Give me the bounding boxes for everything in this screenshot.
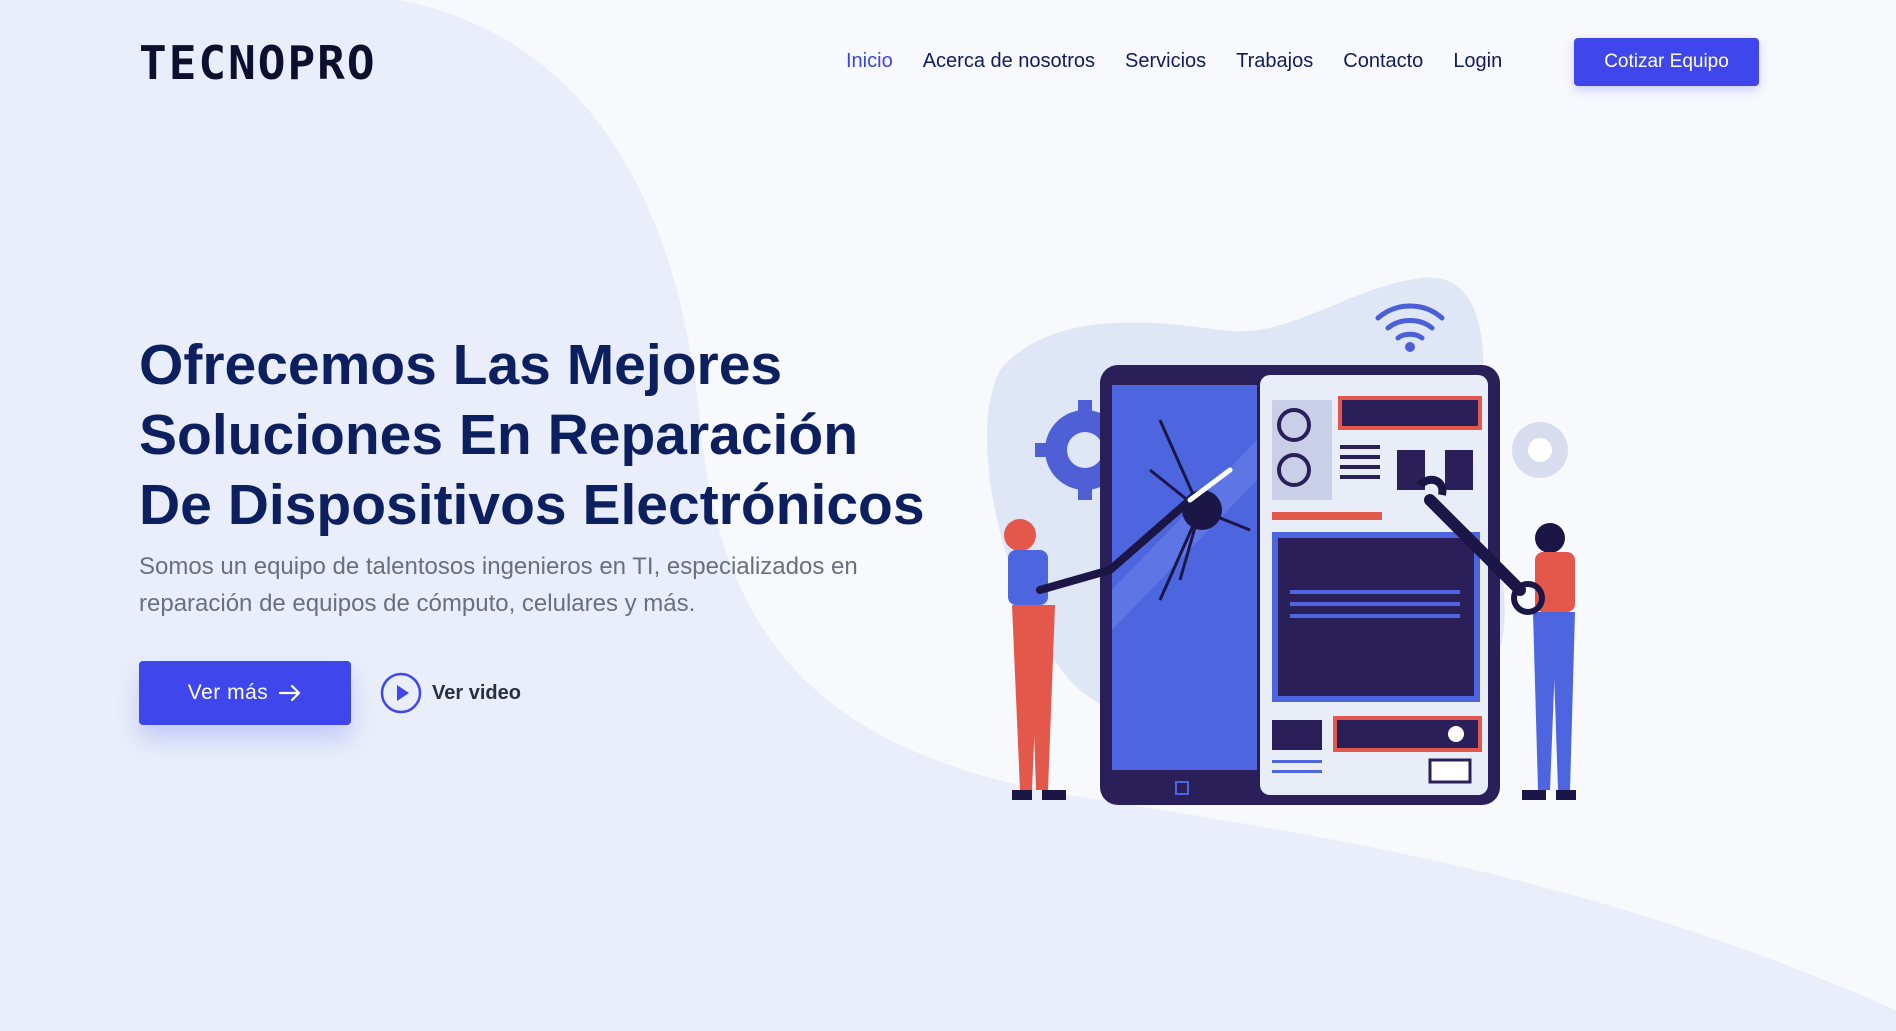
ver-video-label: Ver video (432, 681, 521, 704)
hero-title-line-3: De Dispositivos Electrónicos (139, 473, 925, 537)
arrow-right-icon (278, 684, 302, 702)
gear-icon-small (1512, 422, 1568, 478)
hero-title-line-1: Ofrecemos Las Mejores (139, 333, 783, 397)
main-nav: Inicio Acerca de nosotros Servicios Trab… (846, 46, 1532, 76)
brand-logo[interactable]: TECNOPRO (139, 38, 377, 88)
hero-title-line-2: Soluciones En Reparación (139, 403, 859, 467)
nav-item-login[interactable]: Login (1453, 46, 1502, 76)
cotizar-equipo-button[interactable]: Cotizar Equipo (1574, 38, 1759, 86)
hero-subtitle: Somos un equipo de talentosos ingenieros… (139, 553, 858, 617)
play-circle-icon (380, 672, 422, 714)
landing-page: TECNOPRO Inicio Acerca de nosotros Servi… (0, 0, 1896, 1031)
nav-item-trabajos[interactable]: Trabajos (1236, 46, 1313, 76)
repair-illustration (987, 277, 1576, 805)
nav-item-servicios[interactable]: Servicios (1125, 46, 1206, 76)
nav-item-acerca[interactable]: Acerca de nosotros (923, 46, 1095, 76)
ver-video-link[interactable]: Ver video (380, 672, 521, 714)
nav-item-contacto[interactable]: Contacto (1343, 46, 1423, 76)
hero-title: Ofrecemos Las Mejores Soluciones En Repa… (139, 330, 969, 540)
ver-mas-button[interactable]: Ver más (139, 661, 351, 725)
ver-mas-label: Ver más (187, 681, 269, 704)
nav-item-inicio[interactable]: Inicio (846, 46, 893, 76)
